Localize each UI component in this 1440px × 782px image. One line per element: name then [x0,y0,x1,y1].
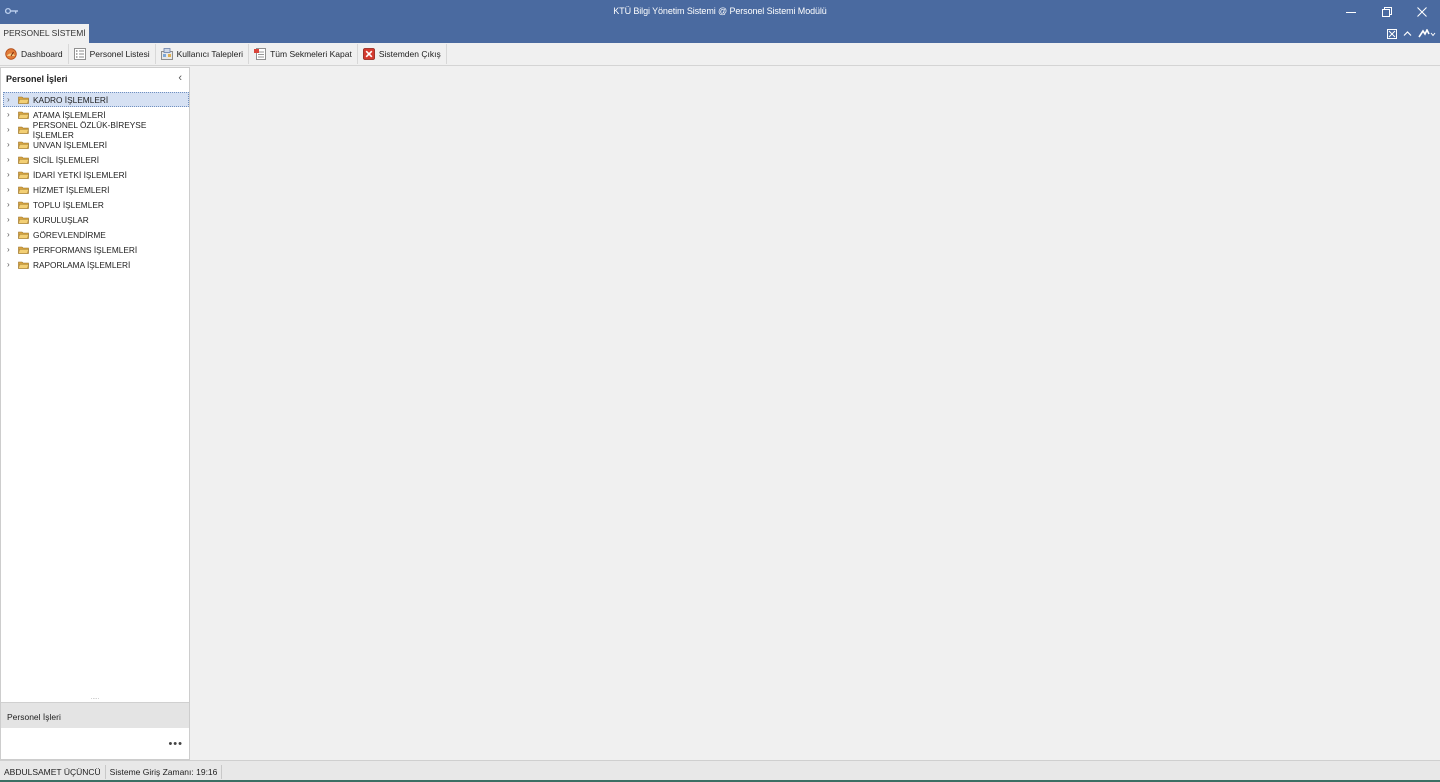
minimize-button[interactable] [1338,3,1364,21]
tree-item-label: KURULUŞLAR [33,214,89,225]
collapse-panel-icon[interactable]: ‹ [178,72,182,84]
chevron-right-icon[interactable]: › [7,170,16,179]
nav-panel: Personel İşleri ‹ › KADRO İŞLEMLERİ › ATAMA… [0,67,190,760]
tree-item[interactable]: › İDARİ YETKİ İŞLEMLERİ [3,167,189,182]
tree-item[interactable]: › GÖREVLENDİRME [3,227,189,242]
close-button[interactable] [1409,3,1435,21]
folder-icon [18,246,29,254]
folder-icon [18,216,29,224]
chevron-right-icon[interactable]: › [7,200,16,209]
fullscreen-icon[interactable] [1387,28,1397,39]
tree-item-label: İDARİ YETKİ İŞLEMLERİ [33,169,127,180]
chevron-right-icon[interactable]: › [7,215,16,224]
chevron-right-icon[interactable]: › [7,110,16,119]
close-tabs-icon [254,48,266,60]
tree-item-label: PERSONEL ÖZLÜK-BİREYSE İŞLEMLER [32,119,147,140]
folder-icon [18,156,29,164]
exit-icon [362,48,375,60]
ribbon-tab-row: PERSONEL SİSTEMİ [0,24,1440,43]
tum-sekmeleri-kapat-label: Tüm Sekmeleri Kapat [270,49,352,59]
chevron-right-icon[interactable]: › [7,185,16,194]
chevron-right-icon[interactable]: › [7,245,16,254]
chevron-right-icon[interactable]: › [7,125,16,134]
tree-item-label: UNVAN İŞLEMLERİ [33,139,108,150]
status-login-time: Sisteme Giriş Zamanı: 19:16 [106,764,223,779]
collapse-ribbon-icon[interactable] [1403,29,1412,38]
folder-icon [18,231,29,239]
tree-item[interactable]: › PERSONEL ÖZLÜK-BİREYSE İŞLEMLER [3,119,189,140]
more-options-icon[interactable]: ••• [168,738,183,750]
tree-item[interactable]: › RAPORLAMA İŞLEMLERİ [3,257,189,272]
requests-icon [160,48,173,60]
dashboard-label: Dashboard [21,49,63,59]
tree-item-label: GÖREVLENDİRME [33,229,106,240]
restore-button[interactable] [1374,3,1400,21]
kullanici-talepleri-label: Kullanıcı Talepleri [176,49,244,59]
window-title: KTÜ Bilgi Yönetim Sistemi @ Personel Sis… [613,6,827,16]
kullanici-talepleri-button[interactable]: Kullanıcı Talepleri [159,44,250,64]
nav-panel-title: Personel İşleri [6,74,68,84]
tree-item-label: ATAMA İŞLEMLERİ [33,109,106,120]
status-bar: ABDULSAMET ÜÇÜNCÜ Sisteme Giriş Zamanı: … [0,760,1440,782]
tab-personel-sistemi[interactable]: PERSONEL SİSTEMİ [0,24,89,43]
main-content-area [191,67,1440,760]
tree-item-label: TOPLU İŞLEMLER [33,199,104,210]
sistemden-cikis-label: Sistemden Çıkış [378,49,441,59]
chevron-right-icon[interactable]: › [7,140,16,149]
title-bar: KTÜ Bilgi Yönetim Sistemi @ Personel Sis… [0,0,1440,24]
personel-listesi-label: Personel Listesi [89,49,150,59]
dashboard-icon [5,48,17,60]
tum-sekmeleri-kapat-button[interactable]: Tüm Sekmeleri Kapat [252,44,358,64]
tree-item-label: HİZMET İŞLEMLERİ [33,184,110,195]
close-icon [1417,7,1427,17]
minimize-icon [1346,12,1356,13]
tree-item[interactable]: › PERFORMANS İŞLEMLERİ [3,242,189,257]
nav-group-label: Personel İşleri [7,712,61,722]
folder-icon [18,201,29,209]
quick-toolbar: Dashboard Personel Listesi Kullanıcı Tal… [0,43,1440,66]
tree-item[interactable]: › HİZMET İŞLEMLERİ [3,182,189,197]
folder-icon [18,141,29,149]
status-user-name: ABDULSAMET ÜÇÜNCÜ [0,764,106,779]
dashboard-button[interactable]: Dashboard [3,44,69,64]
tree-item-label: RAPORLAMA İŞLEMLERİ [33,259,131,270]
ribbon-right-controls [1387,24,1440,43]
chevron-right-icon[interactable]: › [7,155,16,164]
personel-listesi-button[interactable]: Personel Listesi [72,44,156,64]
list-icon [73,48,86,60]
tree-item[interactable]: › SİCİL İŞLEMLERİ [3,152,189,167]
chevron-right-icon[interactable]: › [7,95,16,104]
folder-icon [18,261,29,269]
folder-icon [18,186,29,194]
nav-panel-header: Personel İşleri ‹ [1,68,189,90]
restore-icon [1382,7,1392,17]
folder-icon [18,111,29,119]
sistemden-cikis-button[interactable]: Sistemden Çıkış [361,44,447,64]
tree-item[interactable]: › KADRO İŞLEMLERİ [3,92,189,107]
skin-menu-icon[interactable] [1418,28,1436,39]
nav-group-personel-isleri[interactable]: Personel İşleri [1,702,189,728]
nav-tree: › KADRO İŞLEMLERİ › ATAMA İŞLEMLERİ › PERSONE… [3,92,189,272]
folder-icon [18,171,29,179]
tree-item[interactable]: › TOPLU İŞLEMLER [3,197,189,212]
tree-item-label: KADRO İŞLEMLERİ [33,94,109,105]
chevron-right-icon[interactable]: › [7,260,16,269]
folder-icon [18,126,29,134]
tree-item-label: PERFORMANS İŞLEMLERİ [33,244,138,255]
tree-item[interactable]: › KURULUŞLAR [3,212,189,227]
chevron-right-icon[interactable]: › [7,230,16,239]
folder-icon [18,96,29,104]
tree-item-label: SİCİL İŞLEMLERİ [33,154,100,165]
